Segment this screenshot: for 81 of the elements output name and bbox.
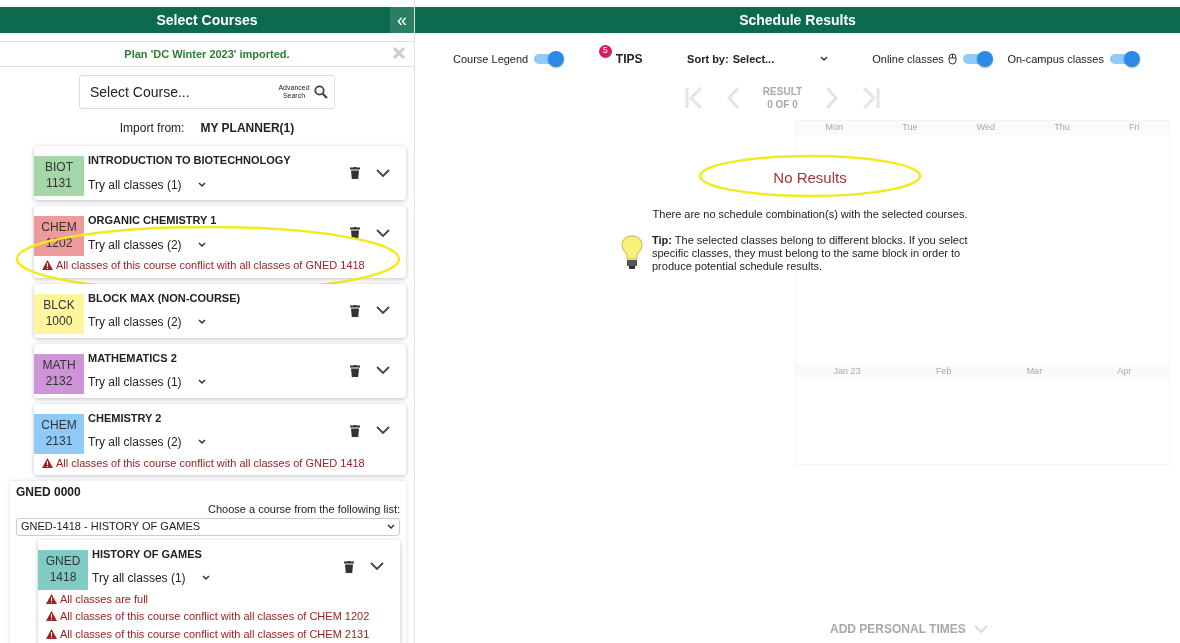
warning-text: All classes of this course conflict with all classes of GNED 1418 (56, 455, 365, 471)
course-title: HISTORY OF GAMES (92, 546, 203, 562)
lightbulb-icon (620, 234, 644, 270)
toggle-switch[interactable] (1108, 51, 1140, 67)
class-dropdown[interactable]: Try all classes (2) (88, 235, 350, 254)
month-header: Jan 23 (832, 364, 862, 378)
course-title: BLOCK MAX (NON-COURSE) (88, 290, 242, 306)
course-code: BLCK 1000 (34, 293, 84, 334)
chevron-down-icon (197, 319, 206, 325)
month-header: Feb (934, 364, 953, 378)
trash-icon[interactable] (344, 560, 354, 573)
toggle-switch[interactable] (532, 51, 565, 67)
chevron-down-icon (201, 575, 210, 581)
course-title: ORGANIC CHEMISTRY 1 (88, 213, 218, 228)
course-code: GNED 1418 (38, 549, 88, 590)
count-badge: 5 (598, 44, 612, 58)
group-hint: Choose a course from the following list: (207, 502, 400, 517)
class-dropdown[interactable]: Try all classes (2) (88, 313, 350, 331)
class-dropdown[interactable]: Try all classes (1) (88, 175, 350, 194)
weekday-header: Mon (824, 121, 845, 134)
course-title: INTRODUCTION TO BIOTECHNOLOGY (88, 153, 292, 168)
switch-label: Course Legend (453, 51, 529, 67)
switch-label: Online classes (872, 51, 944, 67)
chevron-down-icon (973, 624, 988, 634)
sort-label: Sort by: (687, 51, 729, 67)
import-label: Import from: (119, 120, 185, 137)
search-icon[interactable] (314, 85, 328, 99)
switch-label: On-campus classes (1007, 51, 1104, 67)
chevron-down-icon (197, 241, 206, 248)
warning-icon (42, 457, 53, 468)
result-counter: RESULT 0 OF 0 (762, 85, 803, 111)
chevron-down-icon[interactable] (370, 562, 384, 571)
trash-icon[interactable] (350, 167, 360, 179)
warning-icon (46, 593, 57, 604)
chevron-down-icon[interactable] (376, 306, 390, 315)
chevron-down-icon[interactable] (376, 366, 390, 375)
weekday-header: Thu (1053, 121, 1071, 134)
planner-link[interactable]: MY PLANNER(1) (200, 119, 295, 137)
warning-icon (46, 611, 57, 622)
chevron-down-icon[interactable] (376, 228, 390, 238)
warning-text: All classes of this course conflict with all classes of GNED 1418 (56, 258, 365, 273)
weekday-header: Wed (975, 121, 996, 134)
month-header: Apr (1116, 364, 1133, 378)
chevron-down-icon (387, 523, 395, 530)
weekday-header: Tue (901, 121, 919, 134)
chevron-down-icon (819, 56, 828, 62)
warning-text: All classes of this course conflict with all classes of CHEM 2131 (60, 626, 370, 642)
course-title: MATHEMATICS 2 (88, 350, 178, 366)
chevron-down-icon (197, 181, 206, 188)
warning-text: All classes are full (60, 591, 149, 607)
month-header: Mar (1025, 364, 1044, 378)
trash-icon[interactable] (350, 364, 360, 377)
course-code: BIOT 1131 (34, 156, 84, 196)
chevron-down-icon[interactable] (376, 168, 390, 178)
course-code: MATH 2132 (34, 353, 84, 394)
no-results-title: No Results (615, 155, 1005, 206)
warning-text: All classes of this course conflict with all classes of CHEM 1202 (60, 609, 370, 624)
chevron-down-icon[interactable] (376, 426, 390, 435)
panel-title: Schedule Results (415, 7, 1180, 33)
chevron-down-icon (197, 379, 206, 385)
group-title: GNED 0000 (16, 484, 82, 501)
sort-select[interactable]: Select... (732, 50, 828, 68)
tips-button[interactable]: TIPS (615, 50, 643, 68)
panel-title: Select Courses « (0, 7, 414, 33)
class-dropdown[interactable]: Try all classes (1) (88, 373, 350, 391)
weekday-header: Fri (1127, 121, 1141, 134)
warning-icon (42, 260, 53, 271)
course-title: CHEMISTRY 2 (88, 410, 163, 426)
tip-text: Tip: The selected classes belong to different blocks. If you select specific classes, they must belong to the same block in order to produce potential schedule results. (652, 234, 969, 274)
collapse-button[interactable]: « (390, 7, 414, 33)
class-dropdown[interactable]: Try all classes (2) (88, 433, 350, 451)
trash-icon[interactable] (350, 424, 360, 437)
notice-text: Plan 'DC Winter 2023' imported. (124, 46, 290, 62)
message-text: There are no schedule combination(s) with the selected courses. (651, 206, 969, 222)
class-dropdown[interactable]: Try all classes (1) (92, 569, 344, 587)
trash-icon[interactable] (350, 304, 360, 317)
course-code: CHEM 2131 (34, 413, 84, 454)
warning-icon (46, 628, 57, 639)
trash-icon[interactable] (350, 227, 360, 239)
chevron-down-icon (197, 439, 206, 445)
course-select[interactable]: GNED-1418 - HISTORY OF GAMES (16, 517, 400, 536)
